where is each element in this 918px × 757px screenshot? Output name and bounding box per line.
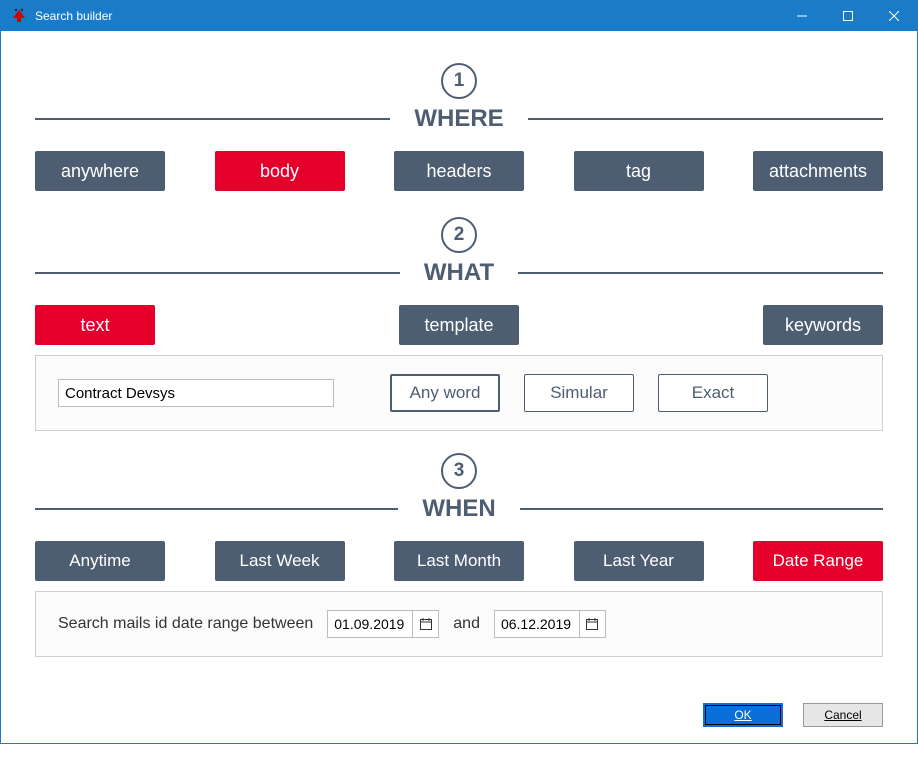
window-close-button[interactable] <box>871 1 917 31</box>
what-text-panel: Any word Simular Exact <box>35 355 883 431</box>
step-2-number: 2 <box>441 217 477 253</box>
when-option-last-year[interactable]: Last Year <box>574 541 704 581</box>
date-range-panel: Search mails id date range between and <box>35 591 883 657</box>
match-mode-exact[interactable]: Exact <box>658 374 768 412</box>
what-option-keywords[interactable]: keywords <box>763 305 883 345</box>
window-minimize-button[interactable] <box>779 1 825 31</box>
search-text-input[interactable] <box>58 379 334 407</box>
when-option-date-range[interactable]: Date Range <box>753 541 883 581</box>
dialog-footer: OK Cancel <box>1 669 917 743</box>
cancel-button[interactable]: Cancel <box>803 703 883 727</box>
where-option-anywhere[interactable]: anywhere <box>35 151 165 191</box>
section-header-when: WHEN <box>35 495 883 523</box>
where-option-headers[interactable]: headers <box>394 151 524 191</box>
section-header-what: WHAT <box>35 259 883 287</box>
date-from-field <box>327 610 439 638</box>
titlebar: Search builder <box>1 1 917 31</box>
where-option-tag[interactable]: tag <box>574 151 704 191</box>
window-maximize-button[interactable] <box>825 1 871 31</box>
date-range-label-prefix: Search mails id date range between <box>58 615 313 633</box>
calendar-icon[interactable] <box>579 611 605 637</box>
calendar-icon[interactable] <box>412 611 438 637</box>
section-header-where: WHERE <box>35 105 883 133</box>
where-option-body[interactable]: body <box>215 151 345 191</box>
when-option-last-month[interactable]: Last Month <box>394 541 524 581</box>
what-option-template[interactable]: template <box>399 305 519 345</box>
step-1-number: 1 <box>441 63 477 99</box>
when-option-last-week[interactable]: Last Week <box>215 541 345 581</box>
match-mode-simular[interactable]: Simular <box>524 374 634 412</box>
date-to-input[interactable] <box>495 611 579 637</box>
section-title-when: WHEN <box>398 495 519 523</box>
what-options-row: text template keywords <box>35 305 883 345</box>
date-range-label-mid: and <box>453 615 480 633</box>
window-title: Search builder <box>35 9 112 23</box>
when-option-anytime[interactable]: Anytime <box>35 541 165 581</box>
where-option-attachments[interactable]: attachments <box>753 151 883 191</box>
section-title-where: WHERE <box>390 105 527 133</box>
what-option-text[interactable]: text <box>35 305 155 345</box>
ok-button[interactable]: OK <box>703 703 783 727</box>
match-mode-any-word[interactable]: Any word <box>390 374 500 412</box>
search-builder-window: Search builder 1 WHERE anywhere body hea… <box>0 0 918 744</box>
app-icon <box>9 6 29 26</box>
step-3-number: 3 <box>441 453 477 489</box>
where-options-row: anywhere body headers tag attachments <box>35 151 883 191</box>
date-to-field <box>494 610 606 638</box>
section-title-what: WHAT <box>400 259 518 287</box>
when-options-row: Anytime Last Week Last Month Last Year D… <box>35 541 883 581</box>
date-from-input[interactable] <box>328 611 412 637</box>
